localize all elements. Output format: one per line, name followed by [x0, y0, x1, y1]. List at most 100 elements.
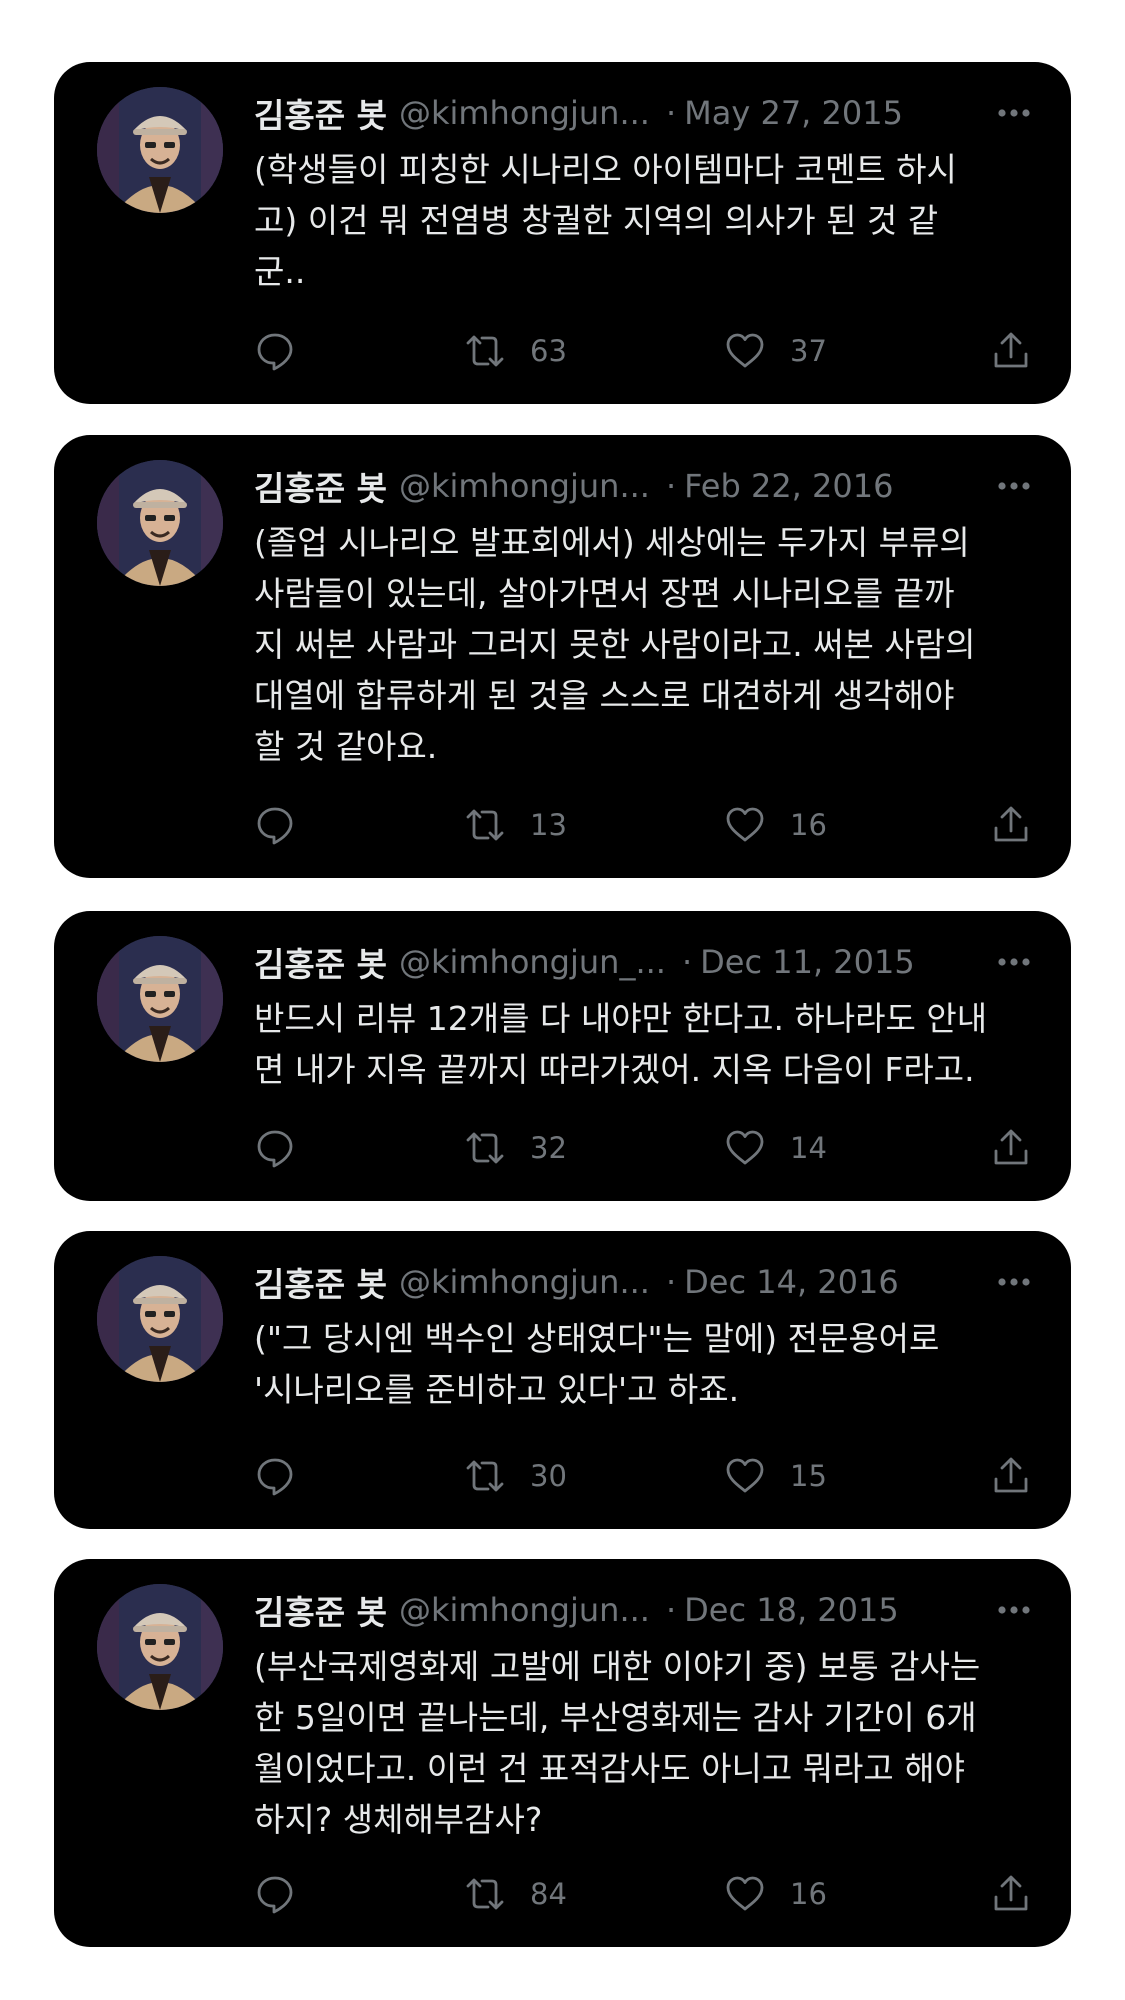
reply-icon [257, 1876, 293, 1914]
tweet-date[interactable]: Dec 14, 2016 [684, 1263, 899, 1301]
like-count: 16 [790, 808, 827, 842]
retweet-icon [466, 335, 504, 367]
author-name[interactable]: 김홍준 봇 [254, 89, 387, 137]
tweet-card[interactable]: 김홍준 봇 @kimhongjun... · Dec 18, 2015 (부산국… [54, 1559, 1071, 1947]
tweet-header: 김홍준 봇 @kimhongjun... · Dec 18, 2015 [254, 1587, 1034, 1633]
retweet-button[interactable]: 30 [464, 1451, 567, 1501]
share-icon [994, 806, 1028, 842]
header-separator: · [665, 94, 677, 132]
reply-button[interactable] [254, 1451, 296, 1501]
more-icon[interactable] [994, 945, 1034, 979]
like-count: 16 [790, 1877, 827, 1911]
author-handle[interactable]: @kimhongjun_... [399, 943, 666, 981]
reply-button[interactable] [254, 1123, 296, 1173]
tweet-actions: 84 16 [254, 1869, 1044, 1919]
tweet-card[interactable]: 김홍준 봇 @kimhongjun... · Dec 14, 2016 ("그 … [54, 1231, 1071, 1529]
tweet-header: 김홍준 봇 @kimhongjun... · Dec 14, 2016 [254, 1259, 1034, 1305]
tweet-actions: 30 15 [254, 1451, 1044, 1501]
tweet-text: (부산국제영화제 고발에 대한 이야기 중) 보통 감사는 한 5일이면 끝나는… [254, 1647, 981, 1839]
avatar-image [97, 936, 223, 1062]
avatar[interactable] [97, 1584, 223, 1710]
tweet-card[interactable]: 김홍준 봇 @kimhongjun... · Feb 22, 2016 (졸업 … [54, 435, 1071, 878]
author-name[interactable]: 김홍준 봇 [254, 1586, 387, 1634]
reply-button[interactable] [254, 1869, 296, 1919]
avatar[interactable] [97, 1256, 223, 1382]
retweet-button[interactable]: 84 [464, 1869, 567, 1919]
author-name[interactable]: 김홍준 봇 [254, 938, 387, 986]
like-count: 14 [790, 1131, 827, 1165]
author-handle[interactable]: @kimhongjun... [399, 1263, 650, 1301]
share-button[interactable] [990, 800, 1032, 850]
like-button[interactable]: 16 [724, 800, 827, 850]
header-separator: · [665, 1263, 677, 1301]
author-name[interactable]: 김홍준 봇 [254, 1258, 387, 1306]
author-name[interactable]: 김홍준 봇 [254, 462, 387, 510]
share-button[interactable] [990, 1451, 1032, 1501]
tweet-header: 김홍준 봇 @kimhongjun... · May 27, 2015 [254, 90, 1034, 136]
tweet-date[interactable]: Dec 11, 2015 [700, 943, 915, 981]
author-handle[interactable]: @kimhongjun... [399, 94, 650, 132]
share-icon [994, 1129, 1028, 1165]
author-handle[interactable]: @kimhongjun... [399, 467, 650, 505]
retweet-button[interactable]: 63 [464, 326, 567, 376]
avatar-image [97, 1584, 223, 1710]
heart-icon [726, 1876, 764, 1911]
heart-icon [726, 1458, 764, 1493]
avatar-image [97, 460, 223, 586]
tweet-text: ("그 당시엔 백수인 상태였다"는 말에) 전문용어로 '시나리오를 준비하고… [254, 1319, 940, 1409]
tweet-date[interactable]: May 27, 2015 [684, 94, 903, 132]
retweet-count: 32 [530, 1131, 567, 1165]
heart-icon [726, 807, 764, 842]
retweet-icon [466, 1460, 504, 1492]
retweet-count: 13 [530, 808, 567, 842]
share-button[interactable] [990, 326, 1032, 376]
more-icon[interactable] [994, 469, 1034, 503]
reply-icon [257, 333, 293, 371]
share-button[interactable] [990, 1123, 1032, 1173]
reply-button[interactable] [254, 800, 296, 850]
reply-icon [257, 1458, 293, 1496]
retweet-icon [466, 809, 504, 841]
like-button[interactable]: 14 [724, 1123, 827, 1173]
heart-icon [726, 1130, 764, 1165]
tweet-header: 김홍준 봇 @kimhongjun_... · Dec 11, 2015 [254, 939, 1034, 985]
retweet-button[interactable]: 13 [464, 800, 567, 850]
reply-button[interactable] [254, 326, 296, 376]
like-button[interactable]: 37 [724, 326, 827, 376]
share-button[interactable] [990, 1869, 1032, 1919]
avatar[interactable] [97, 936, 223, 1062]
header-separator: · [681, 943, 693, 981]
tweet-date[interactable]: Feb 22, 2016 [684, 467, 893, 505]
tweet-header: 김홍준 봇 @kimhongjun... · Feb 22, 2016 [254, 463, 1034, 509]
tweet-card[interactable]: 김홍준 봇 @kimhongjun_... · Dec 11, 2015 반드시… [54, 911, 1071, 1201]
header-separator: · [665, 1591, 677, 1629]
avatar[interactable] [97, 87, 223, 213]
heart-icon [726, 333, 764, 368]
retweet-count: 84 [530, 1877, 567, 1911]
share-icon [994, 332, 1028, 368]
avatar-image [97, 1256, 223, 1382]
author-handle[interactable]: @kimhongjun... [399, 1591, 650, 1629]
tweet-text: (졸업 시나리오 발표회에서) 세상에는 두가지 부류의 사람들이 있는데, 살… [254, 523, 976, 766]
retweet-icon [466, 1132, 504, 1164]
share-icon [994, 1457, 1028, 1493]
share-icon [994, 1875, 1028, 1911]
more-icon[interactable] [994, 1593, 1034, 1627]
tweet-actions: 13 16 [254, 800, 1044, 850]
tweet-text: 반드시 리뷰 12개를 다 내야만 한다고. 하나라도 안내 면 내가 지옥 끝… [254, 999, 988, 1089]
like-button[interactable]: 15 [724, 1451, 827, 1501]
avatar-image [97, 87, 223, 213]
tweet-text: (학생들이 피칭한 시나리오 아이템마다 코멘트 하시 고) 이건 뭐 전염병 … [254, 150, 957, 291]
tweet-card[interactable]: 김홍준 봇 @kimhongjun... · May 27, 2015 (학생들… [54, 62, 1071, 404]
retweet-button[interactable]: 32 [464, 1123, 567, 1173]
like-count: 37 [790, 334, 827, 368]
retweet-count: 30 [530, 1459, 567, 1493]
tweet-actions: 32 14 [254, 1123, 1044, 1173]
more-icon[interactable] [994, 1265, 1034, 1299]
header-separator: · [665, 467, 677, 505]
tweet-date[interactable]: Dec 18, 2015 [684, 1591, 899, 1629]
more-icon[interactable] [994, 96, 1034, 130]
tweet-actions: 63 37 [254, 326, 1044, 376]
avatar[interactable] [97, 460, 223, 586]
like-button[interactable]: 16 [724, 1869, 827, 1919]
